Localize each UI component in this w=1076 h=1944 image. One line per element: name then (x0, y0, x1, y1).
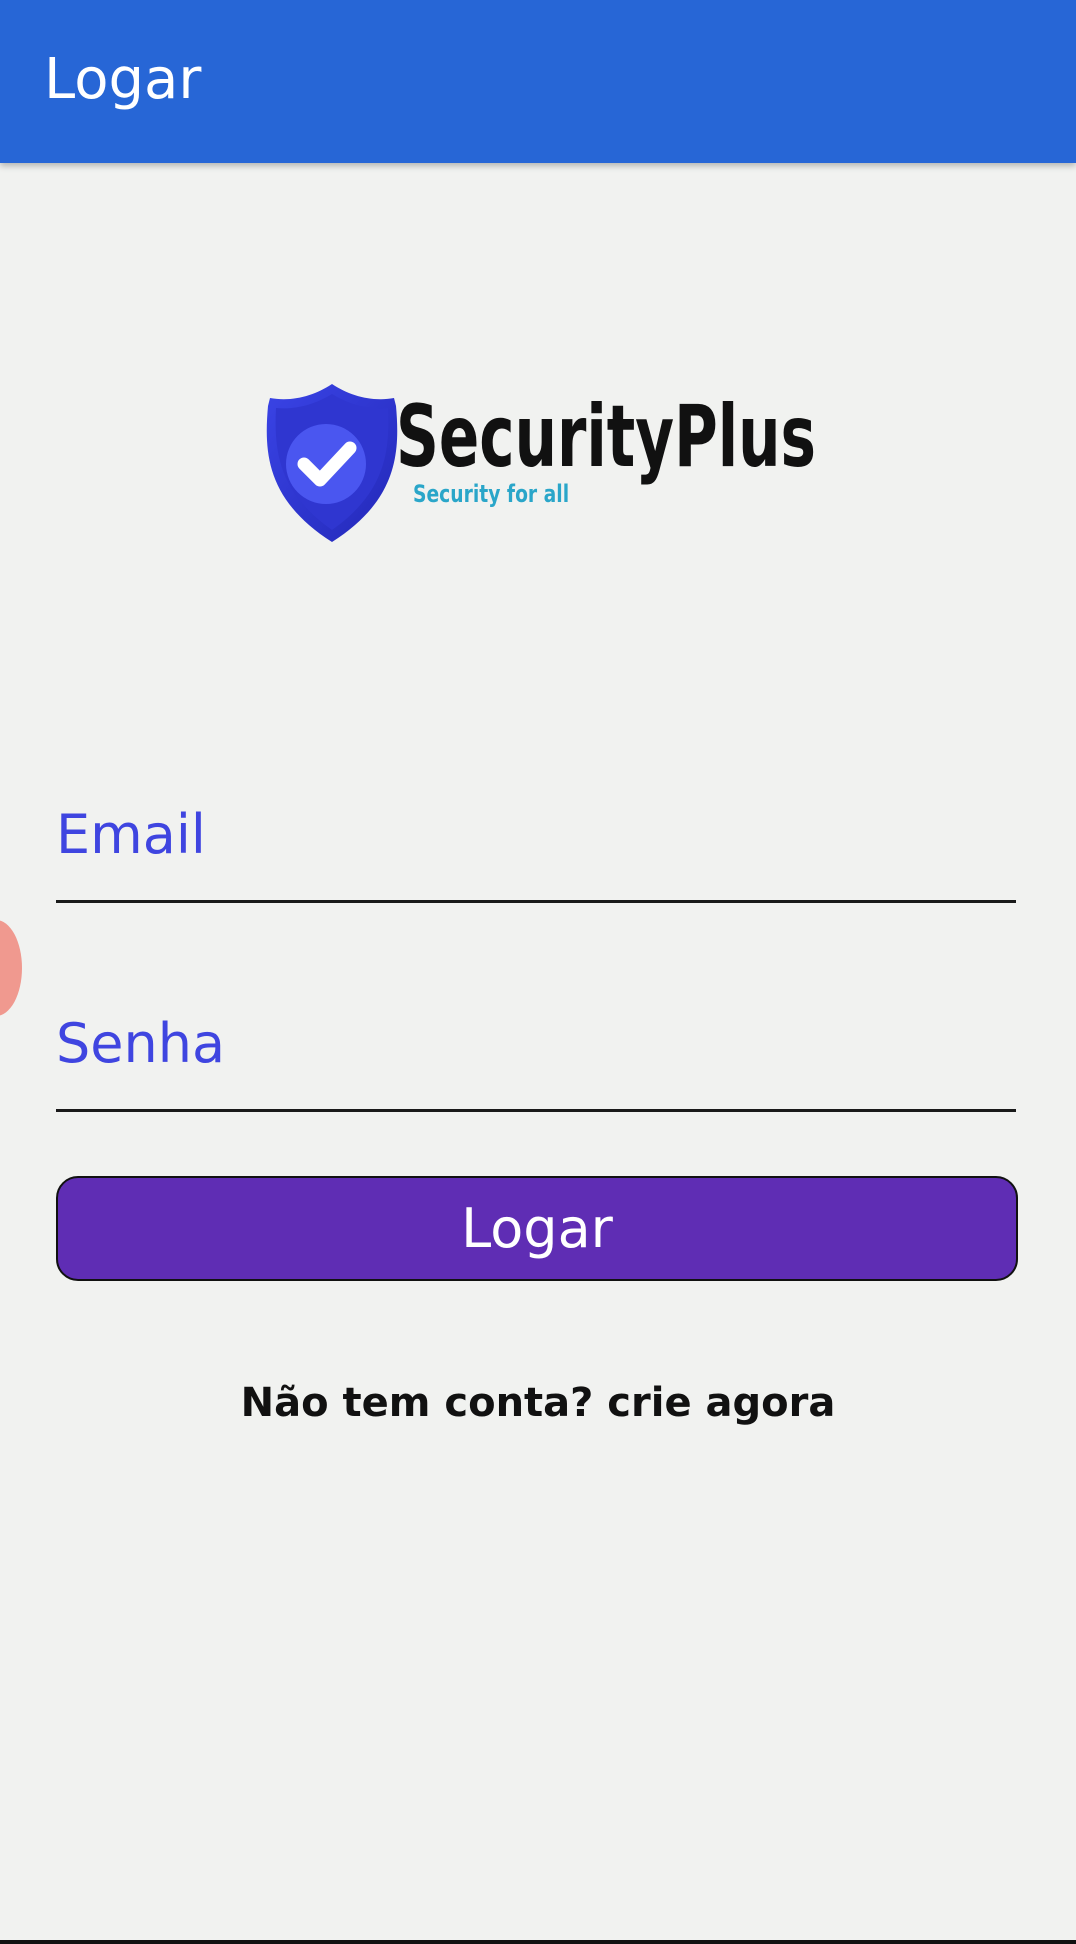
brand-tagline: Security for all (413, 480, 570, 508)
svg-text:SecurityPlus: SecurityPlus (396, 387, 816, 487)
signup-link[interactable]: Não tem conta? crie agora (0, 1380, 1076, 1426)
page-title: Logar (44, 47, 202, 112)
security-plus-logo: SecurityPlus Security for all (262, 382, 822, 552)
password-placeholder: Senha (56, 1012, 226, 1075)
bottom-divider (0, 1940, 1076, 1944)
brand-wordmark: SecurityPlus (396, 387, 816, 487)
login-button[interactable]: Logar (56, 1176, 1018, 1281)
password-field[interactable]: Senha (56, 1009, 1016, 1112)
shield-icon (266, 384, 398, 542)
app-bar: Logar (0, 0, 1076, 163)
touch-indicator (0, 920, 22, 1016)
email-field[interactable]: Email (56, 800, 1016, 903)
email-placeholder: Email (56, 803, 206, 866)
login-button-label: Logar (461, 1197, 613, 1260)
